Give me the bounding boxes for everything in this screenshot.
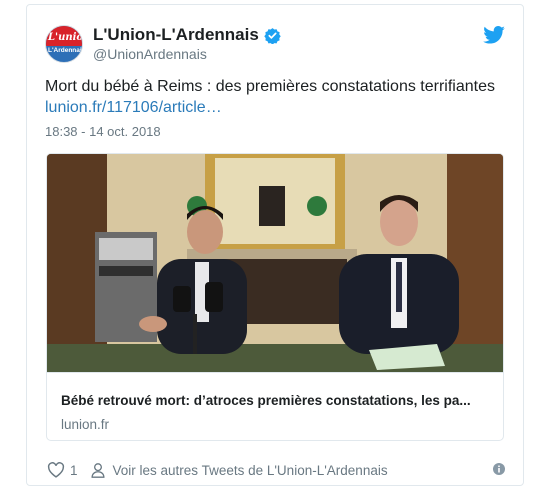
info-icon[interactable] bbox=[493, 463, 505, 475]
tweet-link[interactable]: lunion.fr/117106/article… bbox=[45, 97, 505, 118]
link-preview-domain: lunion.fr bbox=[61, 417, 110, 432]
link-preview-card[interactable]: Bébé retrouvé mort: d’atroces premières … bbox=[46, 153, 504, 441]
tweet-body: Mort du bébé à Reims : des premières con… bbox=[45, 78, 495, 95]
tweet-text: Mort du bébé à Reims : des premières con… bbox=[45, 76, 505, 118]
heart-icon[interactable] bbox=[47, 462, 65, 478]
avatar-logo-line2: L'Ardennais bbox=[48, 47, 83, 54]
twitter-bird-icon[interactable] bbox=[483, 26, 505, 44]
author-name-row[interactable]: L'Union-L'Ardennais bbox=[93, 25, 281, 45]
verified-badge-icon bbox=[264, 27, 281, 44]
author-handle[interactable]: @UnionArdennais bbox=[93, 46, 207, 62]
tweet-header: L'union L'Ardennais L'Union-L'Ardennais … bbox=[45, 23, 505, 67]
tweet-timestamp[interactable]: 18:38 - 14 oct. 2018 bbox=[45, 124, 161, 139]
person-icon bbox=[91, 462, 105, 478]
likes-count[interactable]: 1 bbox=[70, 463, 78, 478]
link-preview-title[interactable]: Bébé retrouvé mort: d’atroces premières … bbox=[61, 393, 491, 408]
link-preview-meta[interactable]: Bébé retrouvé mort: d’atroces premières … bbox=[47, 372, 503, 440]
tweet-footer: 1 Voir les autres Tweets de L'Union-L'Ar… bbox=[47, 459, 505, 481]
avatar[interactable]: L'union L'Ardennais bbox=[45, 25, 83, 63]
see-more-tweets-link[interactable]: Voir les autres Tweets de L'Union-L'Arde… bbox=[113, 463, 388, 478]
link-preview-image[interactable] bbox=[47, 154, 503, 372]
author-name[interactable]: L'Union-L'Ardennais bbox=[93, 25, 259, 45]
avatar-logo-line1: L'union bbox=[48, 32, 83, 43]
embedded-tweet: L'union L'Ardennais L'Union-L'Ardennais … bbox=[26, 4, 524, 486]
